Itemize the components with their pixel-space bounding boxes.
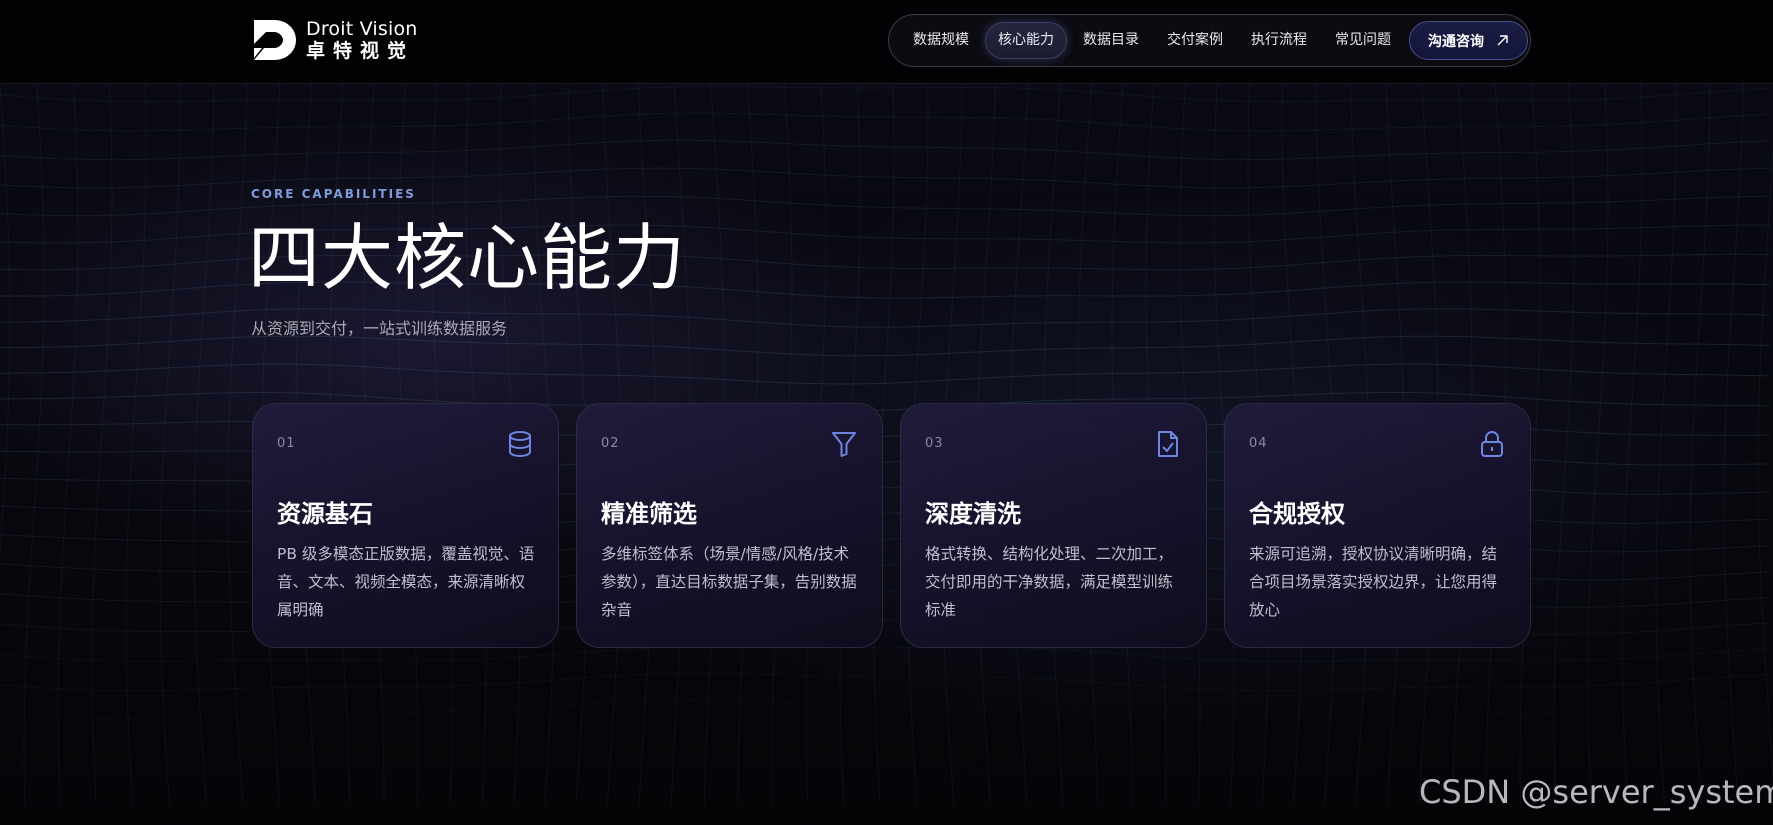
nav-item-data-scale[interactable]: 数据规模 <box>901 22 981 59</box>
card-title: 资源基石 <box>277 500 373 528</box>
file-check-icon <box>1158 431 1178 457</box>
filter-icon <box>832 432 856 457</box>
card-number: 01 <box>277 436 296 451</box>
logo-english-name: Droit Vision <box>306 17 418 40</box>
card-number: 02 <box>601 436 620 451</box>
database-icon <box>509 431 531 458</box>
nav-item-delivery-cases[interactable]: 交付案例 <box>1155 22 1235 59</box>
card-description: 格式转换、结构化处理、二次加工，交付即用的干净数据，满足模型训练标准 <box>925 545 1174 619</box>
csdn-watermark: CSDN @server_system <box>1419 773 1773 811</box>
section-eyebrow: CORE CAPABILITIES <box>251 187 416 201</box>
page-title: 四大核心能力 <box>248 216 687 300</box>
nav-item-data-catalog[interactable]: 数据目录 <box>1071 22 1151 59</box>
capability-card-cleaning[interactable]: 03 深度清洗 格式转换、结构化处理、二次加工，交付即用的干净数据，满足模型训练… <box>900 403 1207 648</box>
logo-chinese-name: 卓特视觉 <box>306 39 415 62</box>
card-description: 来源可追溯，授权协议清晰明确，结合项目场景落实授权边界，让您用得放心 <box>1249 545 1498 619</box>
logo[interactable]: Droit Vision 卓特视觉 <box>252 18 418 62</box>
card-description: 多维标签体系（场景/情感/风格/技术参数），直达目标数据子集，告别数据杂音 <box>601 545 857 619</box>
contact-button-label: 沟通咨询 <box>1428 33 1484 50</box>
main-nav: 数据规模 核心能力 数据目录 交付案例 执行流程 常见问题 沟通咨询 <box>888 14 1531 67</box>
card-number: 04 <box>1249 436 1268 451</box>
site-header: Droit Vision 卓特视觉 数据规模 核心能力 数据目录 交付案例 执行… <box>0 0 1773 84</box>
nav-item-core-capabilities[interactable]: 核心能力 <box>985 22 1067 59</box>
card-description: PB 级多模态正版数据，覆盖视觉、语音、文本、视频全模态，来源清晰权属明确 <box>277 545 535 619</box>
contact-button[interactable]: 沟通咨询 <box>1409 21 1528 60</box>
droit-vision-logo-icon <box>254 20 296 60</box>
card-number: 03 <box>925 436 944 451</box>
arrow-up-right-icon <box>1497 35 1508 46</box>
capability-card-filtering[interactable]: 02 精准筛选 多维标签体系（场景/情感/风格/技术参数），直达目标数据子集，告… <box>576 403 883 648</box>
page-subtitle: 从资源到交付，一站式训练数据服务 <box>251 319 508 338</box>
nav-item-faq[interactable]: 常见问题 <box>1323 22 1403 59</box>
card-title: 深度清洗 <box>925 500 1021 528</box>
card-title: 精准筛选 <box>601 500 697 528</box>
capability-card-compliance[interactable]: 04 合规授权 来源可追溯，授权协议清晰明确，结合项目场景落实授权边界，让您用得… <box>1224 403 1531 648</box>
card-title: 合规授权 <box>1249 500 1345 528</box>
nav-item-execution-process[interactable]: 执行流程 <box>1239 22 1319 59</box>
capability-card-resources[interactable]: 01 资源基石 PB 级多模态正版数据，覆盖视觉、语音、文本、视频全模态，来源清… <box>252 403 559 648</box>
lock-icon <box>1481 430 1503 457</box>
